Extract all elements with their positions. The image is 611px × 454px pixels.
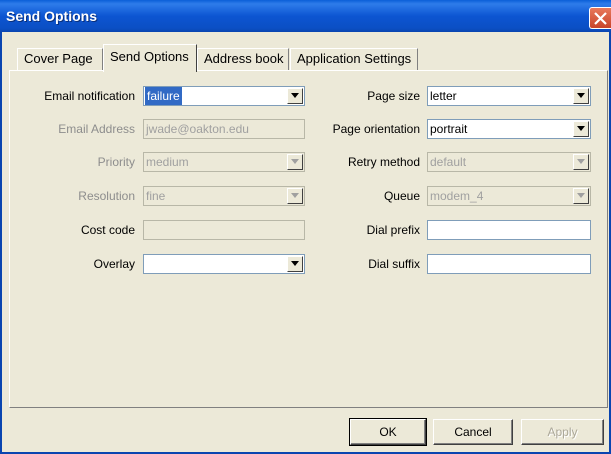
chevron-down-icon[interactable]	[573, 121, 589, 137]
page-size-label: Page size	[367, 89, 420, 103]
tab-application-settings[interactable]: Application Settings	[290, 48, 418, 70]
chevron-down-icon	[573, 154, 589, 170]
tab-cover-page[interactable]: Cover Page	[17, 48, 103, 70]
chevron-down-icon	[287, 154, 303, 170]
dial-prefix-label: Dial prefix	[366, 223, 420, 237]
overlay-dropdown[interactable]	[143, 254, 305, 274]
email-address-label: Email Address	[58, 122, 135, 136]
dial-prefix-field[interactable]	[427, 220, 591, 240]
email-notification-label: Email notification	[44, 89, 135, 103]
chevron-down-icon	[573, 188, 589, 204]
cost-code-field	[143, 220, 305, 240]
priority-dropdown: medium	[143, 152, 305, 172]
queue-dropdown: modem_4	[427, 186, 591, 206]
tab-label: Send Options	[110, 49, 189, 64]
retry-method-label: Retry method	[347, 155, 420, 169]
tab-address-book[interactable]: Address book	[197, 48, 289, 70]
email-notification-dropdown[interactable]: failure	[143, 86, 305, 106]
close-button[interactable]	[589, 7, 611, 29]
dial-suffix-field[interactable]	[427, 254, 591, 274]
resolution-value: fine	[146, 189, 166, 203]
priority-label: Priority	[97, 155, 135, 169]
chevron-down-icon[interactable]	[573, 88, 589, 104]
ok-button[interactable]: OK	[349, 418, 427, 446]
page-orientation-label: Page orientation	[332, 122, 420, 136]
retry-method-dropdown: default	[427, 152, 591, 172]
apply-button: Apply	[521, 419, 604, 445]
chevron-down-icon[interactable]	[287, 88, 303, 104]
page-size-dropdown[interactable]: letter	[427, 86, 591, 106]
email-address-field: jwade@oakton.edu	[143, 119, 305, 139]
window-title: Send Options	[6, 8, 97, 24]
email-notification-value: failure	[145, 87, 182, 105]
queue-label: Queue	[383, 189, 420, 203]
chevron-down-icon	[287, 188, 303, 204]
email-address-value: jwade@oakton.edu	[146, 122, 249, 136]
window-border-left	[0, 32, 2, 454]
page-orientation-dropdown[interactable]: portrait	[427, 119, 591, 139]
page-orientation-value: portrait	[430, 122, 468, 136]
page-size-value: letter	[430, 89, 457, 103]
cancel-button[interactable]: Cancel	[433, 419, 513, 445]
tab-label: Address book	[204, 51, 284, 66]
tab-send-options[interactable]: Send Options	[103, 44, 197, 72]
priority-value: medium	[146, 155, 189, 169]
close-x-icon	[594, 12, 607, 25]
resolution-dropdown: fine	[143, 186, 305, 206]
queue-value: modem_4	[430, 189, 484, 203]
title-bar: Send Options	[0, 0, 611, 32]
tab-label: Application Settings	[297, 51, 412, 66]
resolution-label: Resolution	[78, 189, 135, 203]
retry-method-value: default	[430, 155, 467, 169]
overlay-label: Overlay	[93, 257, 135, 271]
chevron-down-icon[interactable]	[287, 256, 303, 272]
dial-suffix-label: Dial suffix	[368, 257, 420, 271]
cost-code-label: Cost code	[80, 223, 135, 237]
tab-label: Cover Page	[24, 51, 93, 66]
